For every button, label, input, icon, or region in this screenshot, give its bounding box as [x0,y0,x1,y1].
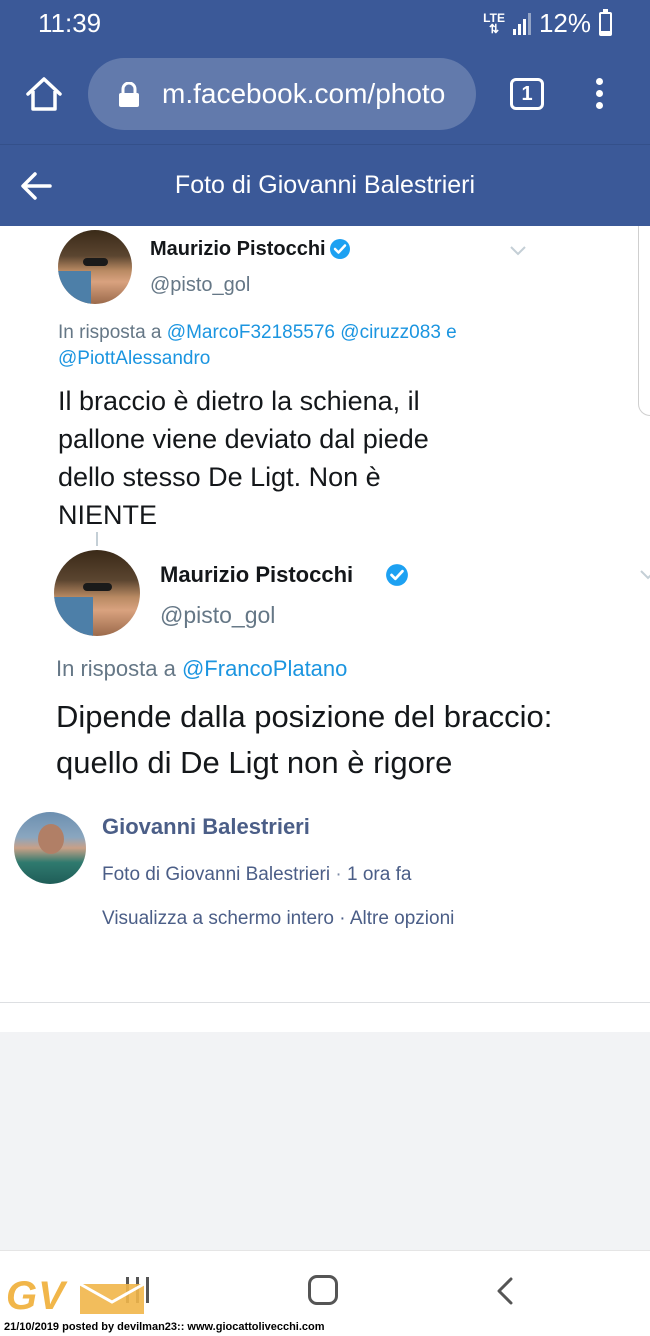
tweet-author-name: Maurizio Pistocchi [150,238,326,260]
overflow-menu-icon[interactable] [592,78,606,112]
tweet-author-name: Maurizio Pistocchi [160,562,354,587]
data-arrows-icon: ⇅ [489,21,500,36]
tweet-reply-line: In risposta a @MarcoF32185576 @ciruzz083… [58,322,457,343]
browser-toolbar: m.facebook.com/photo 1 [0,44,650,144]
battery-icon [599,8,612,36]
more-options-link[interactable]: Altre opzioni [350,908,455,929]
post-actions: Visualizza a schermo intero · Altre opzi… [102,908,455,929]
divider [0,1002,650,1003]
tweet-avatar [54,550,140,636]
back-icon[interactable] [496,1277,514,1305]
tweet-handle: @pisto_gol [160,602,276,628]
photo-edge [638,226,650,416]
chevron-down-icon [510,246,526,256]
url-text: m.facebook.com/photo [162,78,446,109]
tweet-text: Il braccio è dietro la schiena, il pallo… [58,386,429,530]
tweet-avatar [58,230,132,304]
network-type: LTE ⇅ [483,10,505,36]
comments-area [0,1032,650,1250]
battery-percent: 12% [538,8,591,38]
tweet-handle: @pisto_gol [150,274,251,296]
tweet-text: Dipende dalla posizione del braccio: que… [56,699,553,780]
verified-badge-icon [386,564,408,586]
home-button-icon[interactable] [308,1275,338,1305]
view-fullscreen-link[interactable]: Visualizza a schermo intero [102,908,334,929]
thread-connector [96,532,98,546]
chevron-down-icon [640,570,650,580]
watermark-logo: GV [6,1274,146,1320]
tweet-reply-line: In risposta a @FrancoPlatano [56,656,348,681]
post-meta: Foto di Giovanni Balestrieri · 1 ora fa [102,864,412,885]
poster-name-link[interactable]: Giovanni Balestrieri [102,814,310,840]
home-icon[interactable] [24,74,64,114]
tweet-reply-line: @PiottAlessandro [58,348,211,369]
watermark-caption: 21/10/2019 posted by devilman23:: www.gi… [4,1321,325,1333]
page-header: Foto di Giovanni Balestrieri [0,144,650,226]
lock-icon [119,82,139,107]
clock: 11:39 [38,8,102,38]
tab-switcher-button[interactable]: 1 [510,78,544,110]
poster-avatar[interactable] [14,812,86,884]
signal-icon [512,12,531,35]
page-title: Foto di Giovanni Balestrieri [174,171,476,199]
post-timestamp[interactable]: 1 ora fa [347,864,411,885]
status-bar: 11:39 LTE ⇅ 12% [0,0,650,44]
envelope-icon [79,1282,145,1314]
address-bar[interactable]: m.facebook.com/photo [88,58,476,130]
status-icons: LTE ⇅ 12% [483,8,612,39]
post-photo[interactable]: Maurizio Pistocchi @pisto_gol In rispost… [0,226,650,796]
verified-badge-icon [330,239,350,259]
